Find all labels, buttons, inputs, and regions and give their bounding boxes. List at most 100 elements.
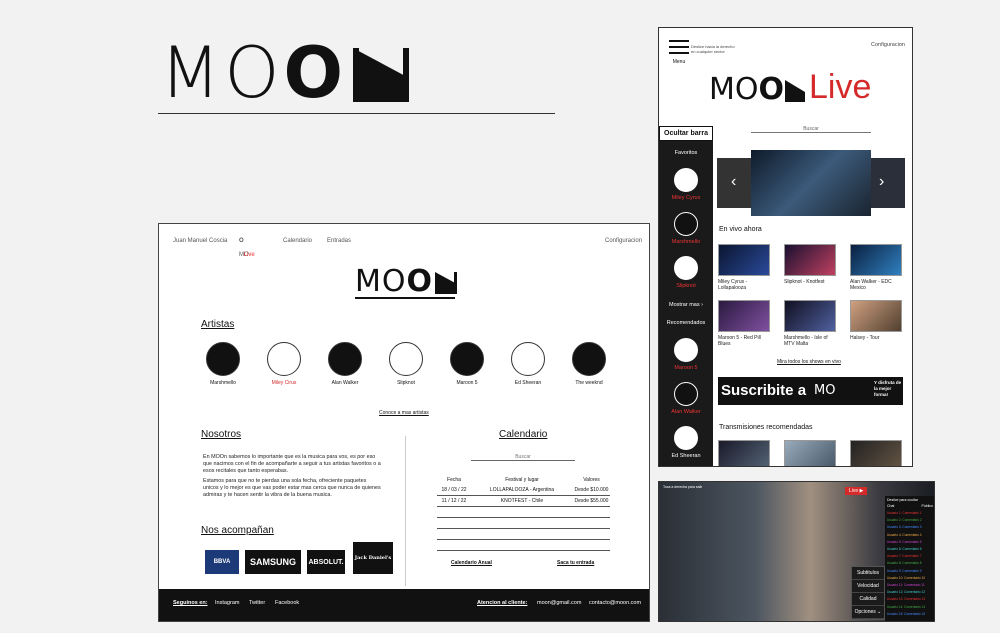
show-more-link[interactable]: Mostrar mas ›: [659, 302, 713, 308]
artist-avatar: [267, 342, 301, 376]
desktop-logo: MO O: [355, 264, 458, 299]
chat-line: Usuario 7: Comentario 7: [887, 554, 922, 559]
artist-card[interactable]: Miley Cirus: [254, 342, 314, 386]
calendar-rows: 18 / 03 / 22 LOLLAPALOOZA - Argentina Desd…: [437, 485, 610, 551]
artist-card[interactable]: The weeknd: [559, 342, 619, 386]
calendar-search[interactable]: Buscar: [471, 454, 575, 461]
mobile-logo-text: MO: [709, 72, 759, 107]
nav-settings[interactable]: Configuracion: [605, 238, 642, 244]
stream-thumb-1[interactable]: [718, 440, 770, 466]
player-mockup: Toca a derecha para salir Live ▶ Deslice…: [658, 481, 935, 622]
footer-email-1[interactable]: moon@gmail.com: [537, 600, 581, 606]
sidebar-artist[interactable]: Maroon 5: [659, 338, 713, 371]
sponsor-samsung: SAMSUNG: [245, 550, 301, 574]
live-thumb[interactable]: [850, 300, 902, 332]
live-thumb[interactable]: [718, 300, 770, 332]
sidebar-avatar: [674, 426, 698, 450]
footer-email-2[interactable]: contacto@moon.com: [589, 600, 641, 606]
chat-tab-public[interactable]: Público: [922, 504, 933, 508]
hero-divider: [158, 113, 555, 114]
calendar-row[interactable]: [437, 507, 610, 518]
mobile-logo-o: O: [758, 72, 785, 107]
calendar-row[interactable]: [437, 518, 610, 529]
annual-calendar-link[interactable]: Calendario Anual: [451, 560, 492, 566]
sidebar-artist-name: Miley Cyrus: [671, 195, 701, 201]
get-ticket-link[interactable]: Saca tu entrada: [557, 560, 594, 566]
mobile-search[interactable]: Buscar: [751, 126, 871, 133]
recommended-streams-title: Transmisiones recomendadas: [719, 424, 813, 431]
sidebar-artist-name: Maroon 5: [674, 365, 698, 371]
menu-options[interactable]: Opciones ⌄: [852, 606, 884, 619]
calendar-cell: Desde $10.000: [574, 487, 609, 493]
calendar-row[interactable]: [437, 540, 610, 551]
artist-card[interactable]: Alan Walker: [315, 342, 375, 386]
sidebar-artist[interactable]: Miley Cyrus: [659, 168, 713, 201]
footer-twitter[interactable]: Twitter: [249, 600, 265, 606]
player-options-menu: Subtitulos Velocidad Calidad Opciones ⌄: [851, 566, 885, 620]
artist-card[interactable]: Maroon 5: [437, 342, 497, 386]
live-thumb[interactable]: [850, 244, 902, 276]
live-thumb[interactable]: [784, 244, 836, 276]
carousel-main-slide[interactable]: [751, 150, 871, 216]
artist-card[interactable]: Marshmello: [193, 342, 253, 386]
footer-instagram[interactable]: Instagram: [215, 600, 239, 606]
chat-line: Usuario 6: Comentario 6: [887, 547, 922, 552]
see-all-shows-link[interactable]: Mira todos los shows en vivo: [777, 359, 841, 365]
mobile-settings[interactable]: Configuracion: [871, 42, 905, 48]
live-caption: Alan Walker - EDC Mexico: [850, 279, 892, 291]
calendar-header: Fecha Festival y lugar Valores: [437, 474, 610, 485]
calendar-row[interactable]: [437, 529, 610, 540]
menu-quality[interactable]: Calidad: [852, 593, 884, 606]
calendar-cell: 18 / 03 / 22: [441, 487, 467, 493]
artists-title: Artistas: [201, 319, 235, 330]
artist-name: Ed Sheeran: [514, 380, 542, 386]
chat-line: Usuario 1: Comentario 1: [887, 511, 922, 515]
nav-tickets[interactable]: Entradas: [327, 238, 351, 244]
sidebar-artist[interactable]: Marshmello: [659, 212, 713, 245]
artist-card[interactable]: Slipknot: [376, 342, 436, 386]
more-artists-link[interactable]: Conoce a mas artistas: [379, 410, 429, 416]
sidebar-artist[interactable]: Ed Sheeran: [659, 426, 713, 459]
subscribe-banner[interactable]: Suscribite a MO Y disfruta de la mejor f…: [718, 377, 903, 405]
artist-avatar: [511, 342, 545, 376]
nav-brand[interactable]: MO O Live: [239, 238, 255, 258]
calendar-row[interactable]: 11 / 12 / 22 KNOTFEST - Chile Desde $55.00…: [437, 496, 610, 507]
footer-facebook[interactable]: Facebook: [275, 600, 299, 606]
sidebar-artist[interactable]: Alan Walker: [659, 382, 713, 415]
live-thumb[interactable]: [784, 300, 836, 332]
desktop-nav: Juan Manuel Coscia MO O Live Calendario En…: [159, 224, 649, 258]
sidebar-artist[interactable]: Slipknot: [659, 256, 713, 289]
chat-line: Usuario 14: Comentario 14: [887, 604, 926, 609]
chat-line: Usuario 10: Comentario 10: [887, 575, 926, 580]
calendar-table: Fecha Festival y lugar Valores 18 / 03 /…: [437, 474, 610, 551]
artist-avatar: [328, 342, 362, 376]
desktop-mockup: Juan Manuel Coscia MO O Live Calendario En…: [158, 223, 650, 622]
live-caption: Halsey - Tour: [850, 335, 880, 341]
artist-card[interactable]: Ed Sheeran: [498, 342, 558, 386]
hide-bar-button[interactable]: Ocultar barra: [659, 126, 713, 141]
carousel-next-icon[interactable]: ›: [879, 173, 884, 191]
sidebar-artist-name: Ed Sheeran: [671, 453, 701, 459]
calendar-cell: Desde $55.000: [574, 498, 609, 504]
live-caption: Slipknot - Knotfest: [784, 279, 825, 285]
swipe-hint: Deslice hacia la derecho en cualquier se…: [691, 44, 735, 54]
chat-line: Usuario 2: Comentario 2: [887, 518, 922, 523]
about-text-1: En MOOn sabemos lo importante que es la …: [203, 454, 381, 474]
menu-subtitles[interactable]: Subtitulos: [852, 567, 884, 580]
calendar-cell: 11 / 12 / 22: [441, 498, 467, 504]
banner-side: Y disfruta de la mejor forma!: [874, 380, 902, 397]
live-thumb[interactable]: [718, 244, 770, 276]
live-caption: Maroon 5 - Red Pill Blues: [718, 335, 761, 347]
nav-user[interactable]: Juan Manuel Coscia: [173, 238, 227, 244]
mobile-logo-n-icon: [785, 80, 806, 102]
chat-line: Usuario 8: Comentario 8: [887, 561, 922, 566]
hamburger-button[interactable]: Menu: [669, 40, 689, 65]
stream-thumb-3[interactable]: [850, 440, 902, 466]
calendar-row[interactable]: 18 / 03 / 22 LOLLAPALOOZA - Argentina Desd…: [437, 485, 610, 496]
desktop-logo-rule: [355, 297, 455, 299]
nav-calendar[interactable]: Calendario: [283, 238, 312, 244]
chat-tab-chat[interactable]: Chat: [887, 504, 894, 508]
carousel-prev-icon[interactable]: ‹: [731, 173, 736, 191]
stream-thumb-2[interactable]: [784, 440, 836, 466]
menu-speed[interactable]: Velocidad: [852, 580, 884, 593]
